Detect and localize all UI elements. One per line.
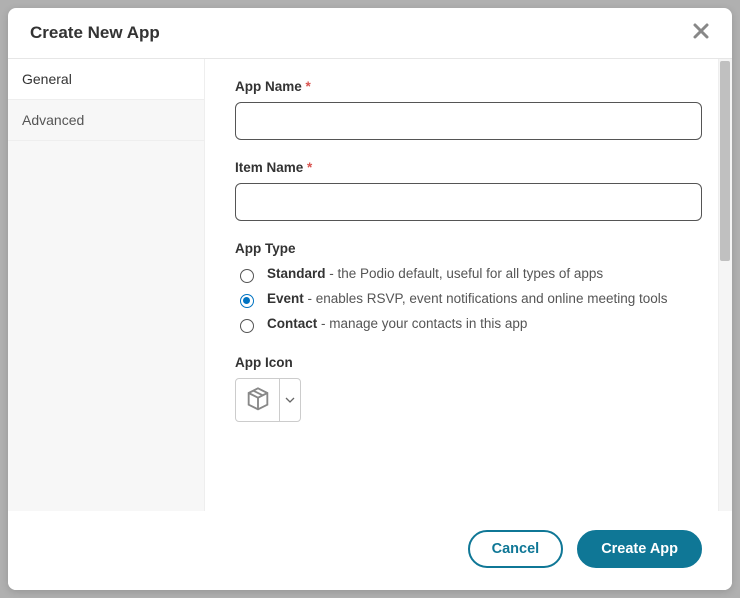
scrollbar[interactable] bbox=[718, 59, 732, 511]
required-marker: * bbox=[307, 160, 312, 175]
app-icon-picker[interactable] bbox=[235, 378, 301, 422]
sidebar: General Advanced bbox=[8, 59, 205, 511]
radio-row-contact[interactable]: Contact - manage your contacts in this a… bbox=[235, 314, 702, 335]
form-content: App Name * Item Name * App Type Standard… bbox=[205, 59, 732, 511]
scrollbar-thumb[interactable] bbox=[720, 61, 730, 261]
radio-standard[interactable] bbox=[240, 269, 254, 283]
modal-header: Create New App bbox=[8, 8, 732, 59]
modal-body: General Advanced App Name * Item Name * … bbox=[8, 59, 732, 511]
radio-label-event: Event - enables RSVP, event notification… bbox=[267, 290, 668, 309]
close-button[interactable] bbox=[692, 22, 710, 44]
modal-title: Create New App bbox=[30, 23, 160, 43]
item-name-label: Item Name * bbox=[235, 160, 702, 175]
radio-event[interactable] bbox=[240, 294, 254, 308]
app-type-radio-group: Standard - the Podio default, useful for… bbox=[235, 264, 702, 335]
create-app-modal: Create New App General Advanced App Name… bbox=[8, 8, 732, 590]
create-app-button[interactable]: Create App bbox=[577, 530, 702, 568]
radio-label-standard: Standard - the Podio default, useful for… bbox=[267, 265, 603, 284]
radio-row-event[interactable]: Event - enables RSVP, event notification… bbox=[235, 289, 702, 310]
sidebar-tab-advanced[interactable]: Advanced bbox=[8, 100, 204, 141]
item-name-group: Item Name * bbox=[235, 160, 702, 221]
package-icon bbox=[244, 386, 272, 414]
required-marker: * bbox=[306, 79, 311, 94]
app-icon-dropdown[interactable] bbox=[280, 379, 300, 421]
app-name-group: App Name * bbox=[235, 79, 702, 140]
chevron-down-icon bbox=[285, 395, 295, 405]
radio-label-contact: Contact - manage your contacts in this a… bbox=[267, 315, 527, 334]
cancel-button[interactable]: Cancel bbox=[468, 530, 564, 568]
app-icon-label: App Icon bbox=[235, 355, 702, 370]
app-name-input[interactable] bbox=[235, 102, 702, 140]
app-type-label: App Type bbox=[235, 241, 702, 256]
radio-contact[interactable] bbox=[240, 319, 254, 333]
app-name-label: App Name * bbox=[235, 79, 702, 94]
app-icon-preview bbox=[236, 379, 280, 421]
radio-row-standard[interactable]: Standard - the Podio default, useful for… bbox=[235, 264, 702, 285]
modal-footer: Cancel Create App bbox=[8, 511, 732, 590]
close-icon bbox=[692, 22, 710, 40]
app-type-group: App Type Standard - the Podio default, u… bbox=[235, 241, 702, 335]
sidebar-tab-general[interactable]: General bbox=[8, 59, 204, 100]
app-icon-group: App Icon bbox=[235, 355, 702, 422]
item-name-input[interactable] bbox=[235, 183, 702, 221]
